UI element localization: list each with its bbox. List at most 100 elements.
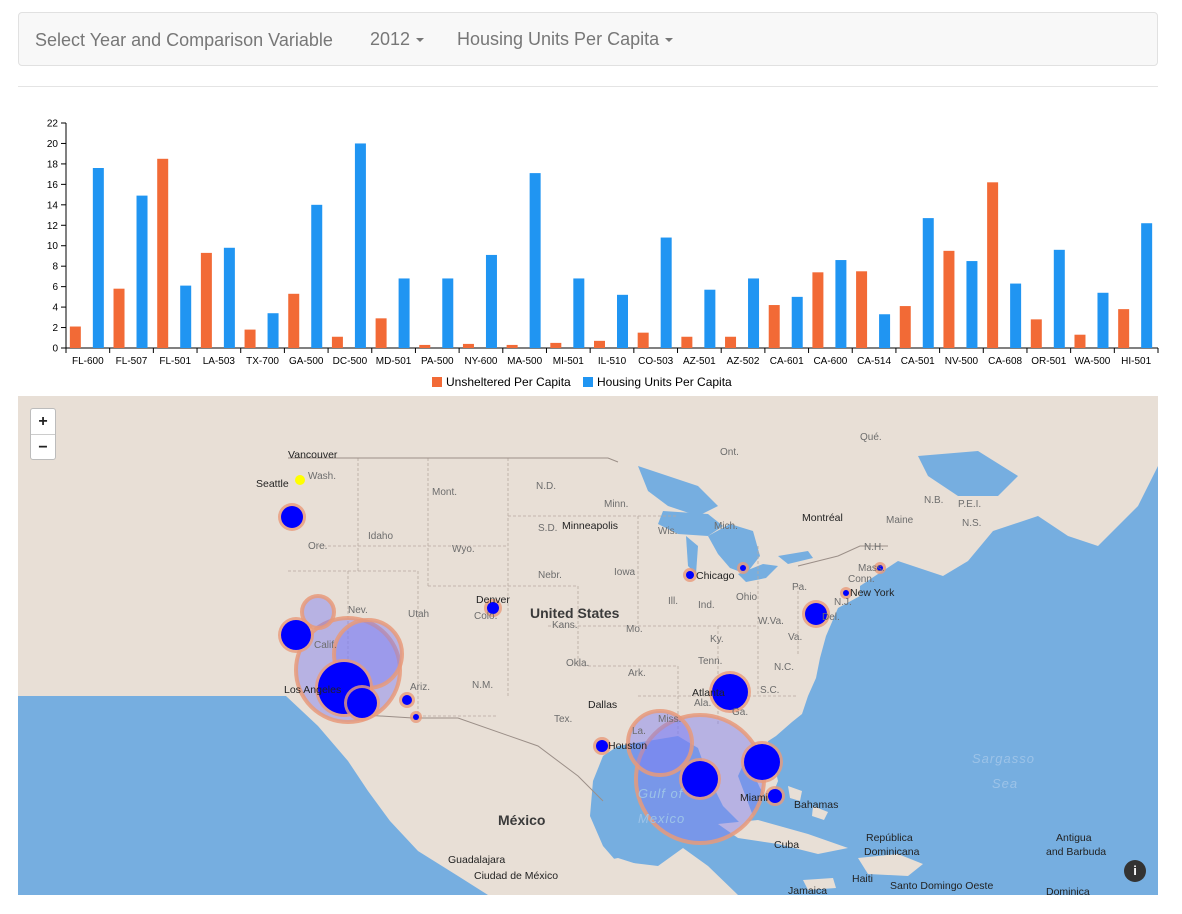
map-bubble[interactable] (347, 688, 377, 718)
bar-housing (354, 143, 366, 348)
bar-unsheltered (681, 336, 693, 348)
map-bubble[interactable] (686, 571, 694, 579)
map-bubble[interactable] (740, 565, 746, 571)
label-calif: Calif. (314, 640, 337, 651)
label-ariz: Ariz. (410, 682, 430, 693)
bar-housing (442, 278, 454, 348)
label-nm: N.M. (472, 680, 494, 691)
zoom-out-button[interactable]: − (31, 434, 55, 459)
label-maine: Maine (886, 515, 914, 526)
label-la: La. (632, 726, 646, 737)
label-haiti: Haiti (852, 873, 874, 885)
bar-unsheltered (768, 305, 780, 348)
label-ky: Ky. (710, 634, 724, 645)
bubble-layer (278, 475, 886, 845)
label-ind: Ind. (698, 600, 715, 611)
map[interactable]: Vancouver Seattle Wash. Mont. N.D. Minn.… (18, 396, 1158, 895)
bar-housing (180, 285, 192, 348)
bar-unsheltered (594, 340, 605, 348)
label-sc: S.C. (760, 685, 780, 696)
label-okla: Okla. (566, 658, 590, 669)
label-sargasso: Sargasso (972, 751, 1035, 766)
bar-housing (704, 289, 716, 348)
map-bubble[interactable] (768, 789, 782, 803)
label-tex: Tex. (554, 714, 573, 725)
bar-unsheltered (899, 306, 911, 348)
variable-dropdown-label: Housing Units Per Capita (457, 29, 660, 49)
label-gulf-of: Gulf of (638, 786, 684, 801)
bar-unsheltered (1030, 319, 1042, 348)
label-mass: Mass. (858, 563, 885, 574)
map-bubble[interactable] (413, 714, 419, 720)
x-tick-label: CO-503 (638, 356, 673, 367)
zoom-control: + − (30, 408, 56, 460)
label-chicago: Chicago (696, 570, 735, 582)
bar-housing (966, 261, 978, 348)
label-ark: Ark. (628, 668, 646, 679)
label-pa: Pa. (792, 582, 808, 593)
y-tick-label: 14 (47, 200, 59, 211)
x-tick-label: MA-500 (507, 356, 542, 367)
label-sd: S.D. (538, 523, 558, 534)
label-que: Qué. (860, 432, 882, 443)
bar-housing (1141, 223, 1153, 348)
legend-swatch-unsheltered (432, 377, 442, 387)
map-bubble[interactable] (281, 506, 303, 528)
bar-unsheltered (1118, 309, 1130, 348)
map-bubble[interactable] (281, 620, 311, 650)
label-ohio: Ohio (736, 592, 758, 603)
y-tick-label: 4 (52, 303, 58, 314)
bar-unsheltered (375, 318, 387, 348)
label-minneapolis: Minneapolis (562, 520, 619, 532)
label-colo: Colo. (474, 611, 498, 622)
y-tick-label: 6 (52, 282, 58, 293)
legend-swatch-housing (583, 377, 593, 387)
bar-unsheltered (637, 332, 649, 348)
label-cuba: Cuba (774, 839, 800, 851)
label-ciudad-mexico: Ciudad de México (474, 870, 559, 882)
map-bubble[interactable] (744, 744, 780, 780)
zoom-in-button[interactable]: + (31, 409, 55, 434)
label-del: Del. (822, 612, 840, 623)
label-miss: Miss. (658, 714, 682, 725)
label-ns: N.S. (962, 518, 982, 529)
label-mo: Mo. (626, 624, 643, 635)
bar-housing (398, 278, 410, 348)
label-idaho: Idaho (368, 531, 394, 542)
map-bubble[interactable] (843, 590, 849, 596)
bar-housing (267, 313, 279, 348)
label-nev: Nev. (348, 605, 368, 616)
label-houston: Houston (608, 740, 648, 752)
label-wis: Wis. (658, 526, 678, 537)
map-bubble[interactable] (596, 740, 608, 752)
bar-unsheltered (725, 336, 737, 348)
label-montreal: Montréal (802, 512, 843, 524)
bar-housing (1097, 292, 1109, 348)
bar-unsheltered (157, 158, 169, 348)
variable-dropdown[interactable]: Housing Units Per Capita (457, 29, 674, 50)
bar-unsheltered (200, 252, 212, 348)
label-bahamas: Bahamas (794, 799, 839, 811)
x-tick-label: TX-700 (246, 356, 279, 367)
x-tick-label: OR-501 (1031, 356, 1066, 367)
x-tick-label: FL-507 (116, 356, 148, 367)
map-marker-highlight[interactable] (295, 475, 305, 485)
bar-housing (529, 173, 541, 348)
label-mexico: México (498, 812, 546, 828)
label-conn: Conn. (848, 574, 875, 585)
info-icon[interactable]: i (1124, 860, 1146, 882)
x-tick-label: LA-503 (203, 356, 236, 367)
caret-down-icon (665, 38, 674, 43)
label-seattle: Seattle (256, 478, 289, 490)
x-tick-label: AZ-502 (727, 356, 760, 367)
map-bubble[interactable] (402, 695, 412, 705)
bar-housing (879, 314, 891, 348)
x-tick-label: HI-501 (1121, 356, 1151, 367)
bar-unsheltered (550, 342, 562, 348)
bar-housing (485, 254, 497, 348)
y-tick-label: 0 (52, 344, 58, 355)
map-bubble[interactable] (682, 761, 718, 797)
year-dropdown[interactable]: 2012 (370, 29, 425, 50)
label-ore: Ore. (308, 541, 328, 552)
x-tick-label: FL-501 (159, 356, 191, 367)
